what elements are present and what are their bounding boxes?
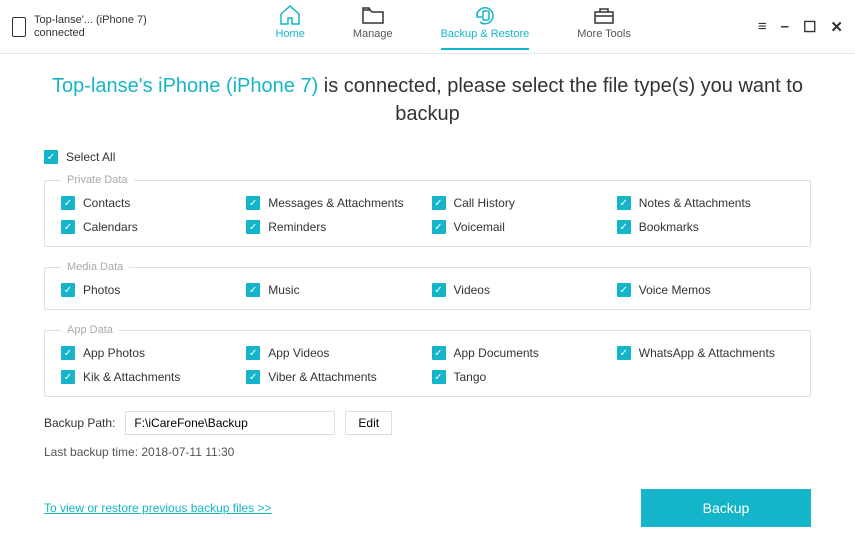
- list-item[interactable]: Messages & Attachments: [246, 196, 423, 210]
- group-media-legend: Media Data: [61, 261, 129, 273]
- item-label: Calendars: [83, 220, 138, 234]
- item-label: Contacts: [83, 196, 130, 210]
- item-checkbox[interactable]: [246, 370, 260, 384]
- nav-more-tools[interactable]: More Tools: [577, 4, 631, 50]
- item-label: App Photos: [83, 346, 145, 360]
- folder-icon: [360, 4, 386, 26]
- device-info: Top-lanse'... (iPhone 7) connected: [12, 14, 212, 40]
- list-item[interactable]: Viber & Attachments: [246, 370, 423, 384]
- restore-link[interactable]: To view or restore previous backup files…: [44, 501, 271, 515]
- item-label: Reminders: [268, 220, 326, 234]
- nav-home[interactable]: Home: [275, 4, 304, 50]
- item-checkbox[interactable]: [246, 283, 260, 297]
- item-checkbox[interactable]: [617, 346, 631, 360]
- list-item[interactable]: Voicemail: [432, 220, 609, 234]
- item-label: Voicemail: [454, 220, 505, 234]
- item-label: Tango: [454, 370, 487, 384]
- home-icon: [277, 4, 303, 26]
- item-label: Viber & Attachments: [268, 370, 377, 384]
- item-label: Notes & Attachments: [639, 196, 751, 210]
- item-label: Music: [268, 283, 299, 297]
- group-private-legend: Private Data: [61, 174, 134, 186]
- list-item[interactable]: WhatsApp & Attachments: [617, 346, 794, 360]
- group-private: Private Data Contacts Messages & Attachme…: [44, 174, 811, 247]
- list-item[interactable]: Videos: [432, 283, 609, 297]
- item-checkbox[interactable]: [617, 283, 631, 297]
- item-checkbox[interactable]: [61, 370, 75, 384]
- item-checkbox[interactable]: [617, 196, 631, 210]
- list-item[interactable]: App Documents: [432, 346, 609, 360]
- close-icon[interactable]: ✕: [830, 18, 843, 36]
- maximize-icon[interactable]: ☐: [803, 18, 816, 36]
- minimize-icon[interactable]: –: [781, 18, 789, 35]
- list-item[interactable]: Calendars: [61, 220, 238, 234]
- item-checkbox[interactable]: [61, 220, 75, 234]
- list-item[interactable]: App Photos: [61, 346, 238, 360]
- item-label: Bookmarks: [639, 220, 699, 234]
- window-controls: ≡ – ☐ ✕: [758, 18, 843, 36]
- select-all-label: Select All: [66, 150, 115, 164]
- item-checkbox[interactable]: [61, 196, 75, 210]
- group-app: App Data App Photos App Videos App Documen…: [44, 324, 811, 397]
- item-checkbox[interactable]: [432, 283, 446, 297]
- list-item[interactable]: Voice Memos: [617, 283, 794, 297]
- path-input[interactable]: [125, 411, 335, 435]
- list-item[interactable]: Music: [246, 283, 423, 297]
- item-checkbox[interactable]: [432, 196, 446, 210]
- item-label: App Videos: [268, 346, 329, 360]
- item-checkbox[interactable]: [61, 346, 75, 360]
- path-label: Backup Path:: [44, 416, 115, 430]
- item-checkbox[interactable]: [246, 220, 260, 234]
- item-label: Voice Memos: [639, 283, 711, 297]
- device-status: connected: [34, 27, 147, 40]
- edit-path-button[interactable]: Edit: [345, 411, 392, 435]
- item-checkbox[interactable]: [61, 283, 75, 297]
- group-media: Media Data Photos Music Videos Voice Memos: [44, 261, 811, 310]
- device-name: Top-lanse'... (iPhone 7): [34, 14, 147, 27]
- nav-bar: Home Manage Backup & Restore More Tools: [275, 4, 630, 50]
- item-label: Messages & Attachments: [268, 196, 403, 210]
- list-item[interactable]: Contacts: [61, 196, 238, 210]
- phone-icon: [12, 17, 26, 37]
- item-label: Videos: [454, 283, 490, 297]
- list-item[interactable]: Call History: [432, 196, 609, 210]
- select-all-checkbox[interactable]: [44, 150, 58, 164]
- toolbox-icon: [591, 4, 617, 26]
- item-label: WhatsApp & Attachments: [639, 346, 775, 360]
- item-checkbox[interactable]: [617, 220, 631, 234]
- nav-backup-restore[interactable]: Backup & Restore: [441, 4, 530, 50]
- nav-manage[interactable]: Manage: [353, 4, 393, 50]
- item-label: Photos: [83, 283, 120, 297]
- list-item[interactable]: Bookmarks: [617, 220, 794, 234]
- item-label: App Documents: [454, 346, 539, 360]
- page-title: Top-lanse's iPhone (iPhone 7) is connect…: [44, 72, 811, 128]
- item-label: Call History: [454, 196, 515, 210]
- item-checkbox[interactable]: [432, 346, 446, 360]
- item-label: Kik & Attachments: [83, 370, 180, 384]
- list-item[interactable]: Notes & Attachments: [617, 196, 794, 210]
- select-all-row[interactable]: Select All: [44, 150, 811, 164]
- group-app-legend: App Data: [61, 324, 119, 336]
- list-item[interactable]: Reminders: [246, 220, 423, 234]
- backup-button[interactable]: Backup: [641, 489, 811, 527]
- item-checkbox[interactable]: [246, 346, 260, 360]
- item-checkbox[interactable]: [246, 196, 260, 210]
- last-backup-time: Last backup time: 2018-07-11 11:30: [44, 445, 811, 459]
- list-item[interactable]: Photos: [61, 283, 238, 297]
- list-item[interactable]: Tango: [432, 370, 609, 384]
- list-item[interactable]: Kik & Attachments: [61, 370, 238, 384]
- item-checkbox[interactable]: [432, 220, 446, 234]
- list-item[interactable]: App Videos: [246, 346, 423, 360]
- item-checkbox[interactable]: [432, 370, 446, 384]
- backup-restore-icon: [472, 4, 498, 26]
- menu-icon[interactable]: ≡: [758, 18, 767, 35]
